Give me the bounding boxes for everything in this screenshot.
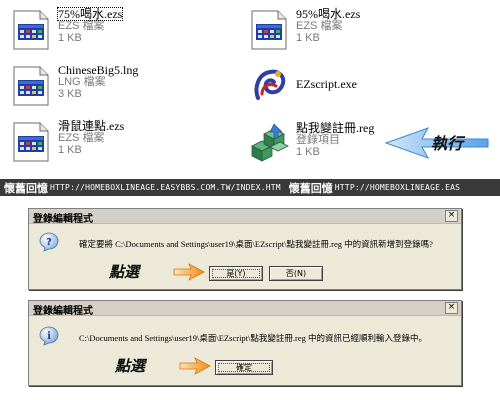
dialog-titlebar: 登錄編輯程式 × [29, 209, 461, 225]
watermark-text: 懷舊回憶 [288, 181, 333, 195]
file-size: 1 KB [58, 32, 82, 44]
yes-button[interactable]: 是(Y) [209, 266, 263, 281]
dialog-titlebar: 登錄編輯程式 × [29, 301, 461, 317]
file-size: 3 KB [58, 88, 82, 100]
file-size: 1 KB [296, 32, 320, 44]
registry-file-icon [251, 123, 289, 162]
file-name: 75%喝水.ezs [56, 7, 124, 21]
file-name: 點我變註冊.reg [296, 121, 375, 135]
watermark-url: HTTP://HOMEBOXLINEAGE.EASYBBS.COM.TW/IND… [50, 183, 281, 192]
file-type: EZS 檔案 [58, 20, 105, 32]
file-type: EZS 檔案 [58, 132, 105, 144]
close-button[interactable]: × [445, 210, 458, 222]
file-name: 滑鼠連點.ezs [58, 119, 125, 133]
file-item-95-water[interactable]: 95%喝水.ezs EZS 檔案 1 KB [248, 8, 360, 52]
svg-text:i: i [47, 331, 51, 342]
ezs-file-icon [10, 8, 54, 52]
file-type: EZS 檔案 [296, 20, 343, 32]
dialog-title: 登錄編輯程式 [33, 306, 93, 317]
dialog-title: 登錄編輯程式 [33, 214, 93, 225]
registry-confirm-dialog: 登錄編輯程式 × ? 確定要將 C:\Documents and Setting… [28, 208, 462, 290]
ok-button-label: 確定 [216, 361, 272, 374]
watermark-url: HTTP://HOMEBOXLINEAGE.EAS [334, 183, 461, 192]
click-label: 點選 [115, 357, 146, 375]
file-type: LNG 檔案 [58, 76, 106, 88]
file-item-ezscript-exe[interactable]: EZscript.exe [248, 64, 357, 108]
ezs-file-icon [248, 8, 292, 52]
file-name: ChineseBig5.lng [58, 63, 139, 77]
ezs-file-icon [10, 120, 54, 164]
ok-button[interactable]: 確定 [215, 360, 273, 375]
file-name: 95%喝水.ezs [296, 7, 361, 21]
ezscript-app-icon [250, 66, 290, 106]
file-name: EZscript.exe [296, 77, 357, 91]
watermark-text: 懷舊回憶 [4, 181, 48, 195]
file-item-registry[interactable]: 點我變註冊.reg 登錄項目 1 KB [248, 120, 374, 164]
file-size: 1 KB [296, 146, 320, 158]
svg-text:?: ? [46, 237, 52, 248]
question-icon: ? [39, 232, 59, 252]
arrow-right-icon [179, 357, 211, 375]
yes-button-label: 是(Y) [210, 267, 262, 280]
dialog-message: 確定要將 C:\Documents and Settings\user19\桌面… [79, 239, 433, 249]
watermark-banner: 懷舊回憶 HTTP://HOMEBOXLINEAGE.EASYBBS.COM.T… [0, 179, 500, 196]
registry-result-dialog: 登錄編輯程式 × i C:\Documents and Settings\use… [28, 300, 462, 386]
lng-file-icon [10, 64, 54, 108]
file-size: 1 KB [58, 144, 82, 156]
execute-label: 執行 [431, 134, 464, 153]
arrow-right-icon [173, 263, 205, 281]
file-item-mouse-click[interactable]: 滑鼠連點.ezs EZS 檔案 1 KB [10, 120, 124, 164]
file-type: 登錄項目 [296, 134, 340, 146]
file-item-chinesebig5[interactable]: ChineseBig5.lng LNG 檔案 3 KB [10, 64, 138, 108]
no-button[interactable]: 否(N) [269, 266, 323, 281]
close-button[interactable]: × [445, 302, 458, 314]
info-icon: i [39, 326, 59, 346]
dialog-message: C:\Documents and Settings\user19\桌面\EZsc… [79, 333, 428, 343]
click-label: 點選 [109, 263, 140, 281]
file-item-75-water[interactable]: 75%喝水.ezs EZS 檔案 1 KB [10, 7, 124, 52]
